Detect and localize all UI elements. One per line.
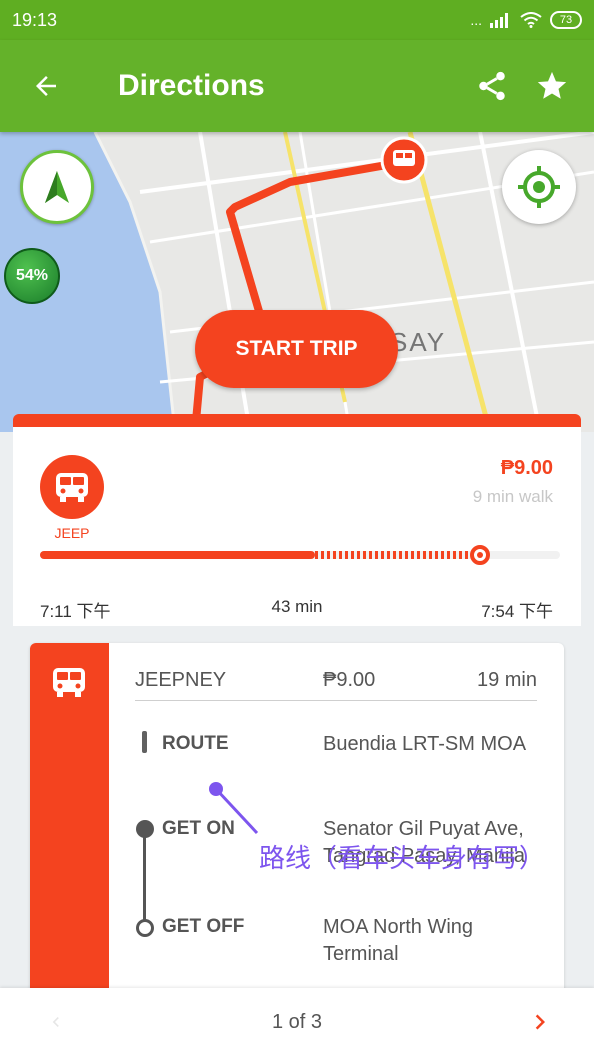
previous-button[interactable] xyxy=(36,1002,76,1042)
next-button[interactable] xyxy=(520,1002,560,1042)
page-indicator: 1 of 3 xyxy=(271,1010,323,1033)
pager-bar: 1 of 3 xyxy=(0,988,594,1056)
chevron-left-icon xyxy=(52,1017,59,1027)
annotation-text: 路线（看车头车身有写） xyxy=(259,844,546,874)
annotation-pointer xyxy=(209,782,259,835)
chevron-right-icon xyxy=(535,1014,545,1030)
